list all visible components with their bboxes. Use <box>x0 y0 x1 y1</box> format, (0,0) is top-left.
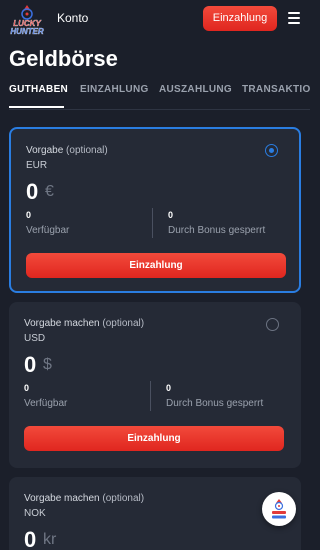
wallet-card-eur[interactable]: Vorgabe (optional) EUR 0 € 0 Verfügbar 0… <box>9 127 301 293</box>
balance-amount: 0 <box>24 527 37 550</box>
bonus-locked-label: Durch Bonus gesperrt <box>166 398 264 409</box>
tab-guthaben[interactable]: GUTHABEN <box>9 84 68 95</box>
wallet-card-nok[interactable]: Vorgabe machen (optional) NOK 0 kr <box>9 477 301 550</box>
default-radio[interactable] <box>265 144 278 157</box>
wallet-default-label: Vorgabe machen (optional) <box>24 493 145 504</box>
currency-code: USD <box>24 333 46 344</box>
stat-divider <box>152 208 153 238</box>
wallet-default-label: Vorgabe machen (optional) <box>24 318 145 329</box>
wallet-tabs: GUTHABEN EINZAHLUNG AUSZAHLUNG TRANSAKTI… <box>0 84 310 110</box>
available-value: 0 <box>24 383 30 393</box>
tab-einzahlung[interactable]: EINZAHLUNG <box>80 84 149 95</box>
default-radio[interactable] <box>266 318 279 331</box>
support-chat-icon <box>272 499 286 519</box>
bonus-locked-value: 0 <box>168 210 174 220</box>
currency-code: EUR <box>26 160 48 171</box>
currency-symbol: € <box>45 183 54 200</box>
lucky-hunter-logo[interactable]: LUCKY HUNTER <box>6 3 48 35</box>
available-value: 0 <box>26 210 32 220</box>
bonus-locked-value: 0 <box>166 383 172 393</box>
currency-symbol: $ <box>43 356 52 373</box>
svg-text:HUNTER: HUNTER <box>10 27 44 35</box>
account-link[interactable]: Konto <box>57 11 88 25</box>
support-chat-button[interactable] <box>262 492 296 526</box>
balance-amount: 0 <box>24 352 37 377</box>
top-header: LUCKY HUNTER Konto Einzahlung <box>0 0 310 38</box>
currency-symbol: kr <box>43 531 57 548</box>
deposit-button[interactable]: Einzahlung <box>26 253 286 278</box>
tab-auszahlung[interactable]: AUSZAHLUNG <box>159 84 232 95</box>
balance-amount: 0 <box>26 179 39 204</box>
bonus-locked-label: Durch Bonus gesperrt <box>168 225 266 236</box>
deposit-button[interactable]: Einzahlung <box>24 426 284 451</box>
tabs-divider <box>9 109 310 110</box>
available-label: Verfügbar <box>26 225 70 236</box>
available-label: Verfügbar <box>24 398 68 409</box>
page-title: Geldbörse <box>9 46 118 71</box>
tab-transaktionen[interactable]: TRANSAKTIO <box>242 84 310 95</box>
header-deposit-button[interactable]: Einzahlung <box>203 6 277 31</box>
currency-code: NOK <box>24 508 46 519</box>
hamburger-menu-icon[interactable] <box>288 12 300 24</box>
stat-divider <box>150 381 151 411</box>
wallet-default-label: Vorgabe (optional) <box>26 145 108 156</box>
active-tab-indicator <box>9 106 64 108</box>
wallet-card-usd[interactable]: Vorgabe machen (optional) USD 0 $ 0 Verf… <box>9 302 301 468</box>
